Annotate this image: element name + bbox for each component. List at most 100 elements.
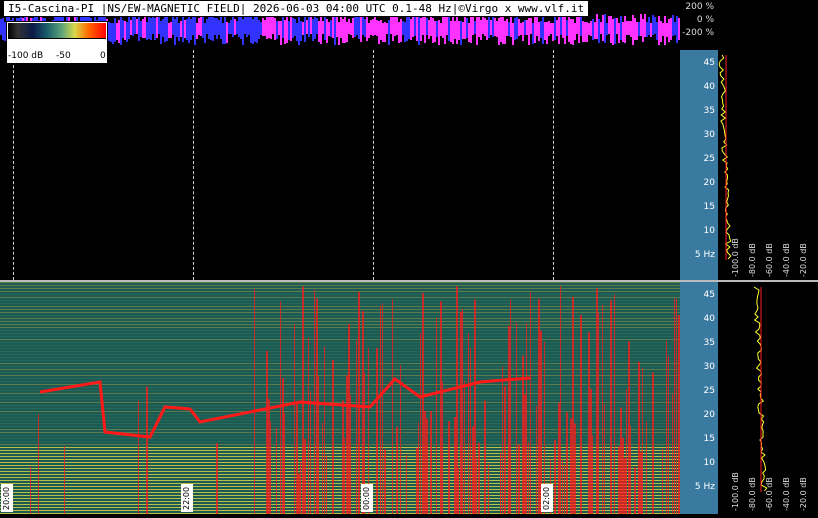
polarization-streak: [122, 20, 124, 38]
polarization-streak: [124, 21, 126, 40]
spectrogram-band: [0, 288, 680, 289]
spectrogram-band: [0, 372, 680, 373]
spectrogram-burst: [558, 402, 560, 514]
polarization-scale: 200 % 0 % -200 %: [680, 0, 720, 50]
polarization-streak: [284, 20, 286, 44]
polarization-streak: [286, 17, 288, 43]
polarization-streak: [110, 23, 112, 42]
spectrogram-band: [0, 474, 680, 475]
spectrogram-burst: [416, 447, 418, 514]
polarization-streak: [332, 17, 334, 38]
spectrogram-burst: [588, 332, 590, 514]
spectrogram-burst: [384, 449, 386, 514]
polarization-streak: [582, 21, 584, 42]
spectrogram-burst: [266, 350, 268, 514]
polarization-streak: [562, 14, 564, 38]
spectrogram-burst: [358, 291, 360, 514]
spectrogram-burst: [672, 393, 673, 514]
spectrogram-band: [0, 282, 680, 283]
colorbar-gradient: [8, 23, 106, 39]
spectrogram-band: [0, 357, 680, 358]
polarization-streak: [424, 14, 426, 43]
spectrogram-band: [0, 363, 680, 364]
spectrogram-image: [0, 282, 680, 514]
polarization-streak: [384, 22, 386, 42]
polarization-streak: [388, 20, 390, 45]
spectrogram-burst: [524, 394, 526, 514]
spectrogram-burst: [484, 400, 486, 514]
polarization-streak: [366, 14, 368, 41]
db-label: -20.0 dB: [799, 477, 808, 511]
spectrogram-burst: [406, 454, 407, 514]
polarization-streak: [426, 18, 428, 35]
polarization-streak: [204, 23, 206, 43]
polarization-streak: [120, 14, 122, 45]
polarization-streak: [306, 20, 308, 34]
polarization-streak: [642, 19, 644, 42]
polarization-streak: [290, 17, 292, 41]
polarization-streak: [322, 21, 324, 34]
polarization-streak: [542, 16, 544, 44]
db-label: -40.0 dB: [782, 477, 791, 511]
polarization-streak: [216, 18, 218, 39]
spectrogram-band: [0, 495, 680, 496]
polarization-streak: [652, 15, 654, 35]
polarization-streak: [550, 23, 552, 34]
polarization-streak: [152, 14, 154, 34]
polarization-streak: [170, 22, 172, 38]
colorbar-ticks: -100 dB -50 0: [8, 46, 106, 61]
spectrogram-burst: [138, 400, 139, 514]
polarization-streak: [514, 18, 516, 40]
frequency-scale-upper: 45 40 35 30 25 20 15 10 5 Hz: [680, 50, 718, 280]
polarization-streak: [370, 20, 372, 35]
spectrogram-burst: [468, 333, 469, 514]
spectrogram-band: [0, 480, 680, 481]
spectrogram-burst: [472, 426, 474, 514]
spectrogram-band: [0, 297, 680, 298]
spectrogram-burst: [350, 394, 351, 514]
spectrogram-band: [0, 426, 680, 427]
polarization-streak: [510, 15, 512, 37]
spectrogram-burst: [618, 446, 620, 514]
polarization-streak: [488, 16, 490, 38]
freq-label: 45: [703, 58, 715, 68]
polarization-streak: [330, 20, 332, 37]
polarization-streak: [176, 17, 178, 37]
polarization-streak: [420, 18, 422, 41]
polarization-streak: [464, 16, 466, 39]
spectrogram-band: [0, 336, 680, 337]
polarization-streak: [362, 14, 364, 35]
spectrogram-band: [0, 378, 680, 379]
station-title: I5-Cascina-PI |NS/EW-MAGNETIC FIELD| 202…: [3, 0, 590, 17]
polarization-streak: [356, 15, 358, 35]
polarization-streak: [494, 18, 496, 36]
polarization-streak: [114, 18, 116, 42]
polarization-streak: [138, 15, 140, 41]
spectrogram-burst: [538, 299, 540, 514]
spectrogram-band: [0, 486, 680, 487]
polarization-streak: [482, 16, 484, 34]
spectrogram-burst: [348, 323, 350, 514]
spectrogram-burst: [528, 441, 529, 514]
spectrogram-burst: [640, 451, 642, 514]
spectrogram-band: [0, 315, 680, 316]
polarization-streak: [324, 17, 326, 40]
polarization-streak: [232, 17, 234, 37]
spectrogram-burst: [624, 457, 626, 514]
spectrogram-burst: [268, 399, 270, 514]
polarization-streak: [508, 22, 510, 36]
polarization-streak: [668, 19, 670, 42]
polarization-streak: [556, 20, 558, 36]
polarization-streak: [500, 15, 502, 42]
spectrogram-burst: [518, 444, 520, 514]
freq-label: 35: [703, 106, 715, 116]
polarization-streak: [328, 22, 330, 36]
polarization-streak: [380, 20, 382, 40]
spectrogram-band: [0, 504, 680, 505]
freq-label: 40: [703, 82, 715, 92]
polarization-streak: [554, 14, 556, 40]
spectrogram-burst: [30, 466, 31, 514]
polarization-streak: [292, 18, 294, 38]
spectrogram-burst: [674, 298, 675, 514]
polarization-streak: [584, 22, 586, 42]
